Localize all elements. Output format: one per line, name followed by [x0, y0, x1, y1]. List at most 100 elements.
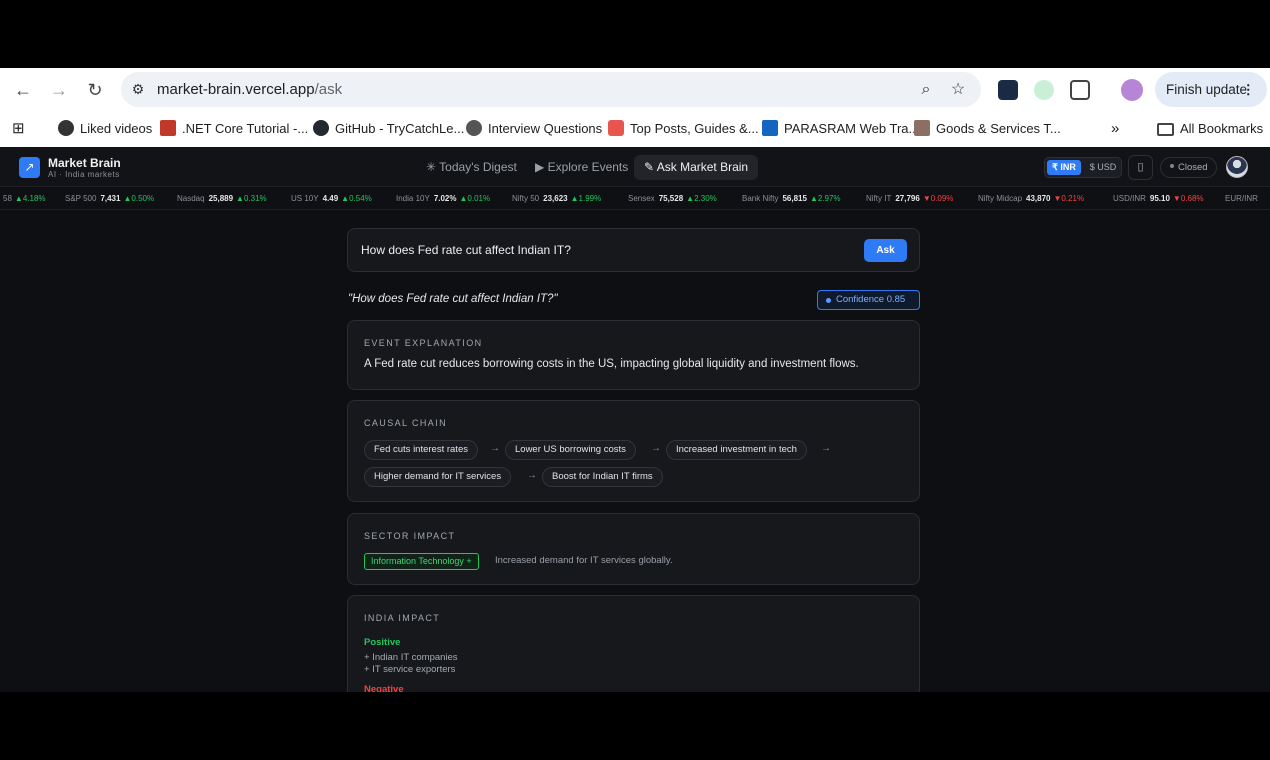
- browser-toolbar: ← → ↻ ⚙ market-brain.vercel.app/ask ⌕ ☆ …: [0, 68, 1270, 111]
- brand-subtitle: AI · India markets: [48, 170, 120, 179]
- card-title: INDIA IMPACT: [364, 613, 441, 623]
- positive-item: + Indian IT companies: [364, 652, 458, 663]
- ticker-value: 95.10: [1149, 194, 1170, 203]
- all-bookmarks-folder[interactable]: All Bookmarks: [1157, 119, 1263, 139]
- ticker-item: USD/INR 95.10 ▼0.68%: [1113, 194, 1204, 203]
- chain-step: Fed cuts interest rates: [364, 440, 478, 460]
- ticker-value: 23,623: [543, 194, 568, 203]
- ticker-item: India 10Y 7.02% ▲0.01%: [396, 194, 490, 203]
- ticker-change-value: 2.30%: [694, 194, 717, 203]
- browser-chrome: ← → ↻ ⚙ market-brain.vercel.app/ask ⌕ ☆ …: [0, 68, 1270, 147]
- zoom-icon[interactable]: ⌕: [916, 80, 936, 100]
- bookmark-label: Top Posts, Guides &...: [630, 121, 759, 136]
- globe-icon: [466, 120, 482, 136]
- arrow-right-icon: →: [527, 470, 537, 481]
- market-status-badge: Closed: [1160, 157, 1217, 178]
- kebab-menu-icon[interactable]: ⋮: [1242, 72, 1256, 107]
- bookmark-icon[interactable]: ▯: [1128, 155, 1153, 180]
- ticker-change: ▼0.68%: [1172, 194, 1204, 203]
- reload-icon[interactable]: ↻: [83, 78, 107, 102]
- sector-impact-card: SECTOR IMPACT Information Technology + I…: [347, 513, 920, 585]
- back-arrow-icon[interactable]: ←: [11, 78, 35, 102]
- ticker-change-value: 0.68%: [1180, 194, 1204, 203]
- positive-item: + IT service exporters: [364, 664, 456, 675]
- bookmark-item[interactable]: Liked videos: [58, 119, 152, 139]
- sector-tag: Information Technology +: [364, 553, 479, 570]
- bookmark-item[interactable]: .NET Core Tutorial -...: [160, 119, 308, 139]
- ticker-item: Nasdaq 25,889 ▲0.31%: [177, 194, 267, 203]
- extensions-puzzle-icon[interactable]: [1070, 80, 1090, 100]
- currency-toggle: ₹ INR $ USD: [1044, 157, 1122, 178]
- forward-arrow-icon[interactable]: →: [47, 78, 71, 102]
- market-ticker: 58 ▲4.18% S&P 500 7,431 ▲0.50% Nasdaq 25,889…: [0, 188, 1270, 210]
- extension-color-icon[interactable]: [1034, 80, 1054, 100]
- card-title: EVENT EXPLANATION: [364, 338, 483, 348]
- ticker-value: 25,889: [208, 194, 234, 203]
- event-explanation-text: A Fed rate cut reduces borrowing costs i…: [364, 358, 859, 370]
- globe-icon: [58, 120, 74, 136]
- react-devtools-icon[interactable]: [998, 80, 1018, 100]
- ticker-change-value: 0.01%: [467, 194, 491, 203]
- user-avatar[interactable]: [1226, 156, 1248, 178]
- wand-icon: ✎: [644, 160, 657, 174]
- ticker-change-value: 0.09%: [930, 194, 954, 203]
- ticker-name: Nifty Midcap: [978, 194, 1023, 203]
- bookmark-label: .NET Core Tutorial -...: [182, 121, 309, 136]
- ticker-item: Bank Nifty 56,815 ▲2.97%: [742, 194, 841, 203]
- tab-label: Explore Events: [547, 160, 629, 174]
- brand-name[interactable]: Market Brain: [48, 156, 121, 170]
- ticker-change: ▲2.30%: [686, 194, 717, 203]
- arrow-right-icon: →: [651, 443, 661, 454]
- chain-step: Higher demand for IT services: [364, 467, 512, 487]
- ticker-item: S&P 500 7,431 ▲0.50%: [65, 194, 154, 203]
- apps-grid-icon[interactable]: ⊞: [12, 119, 25, 139]
- ticker-item: Nifty 50 23,623 ▲1.99%: [512, 194, 601, 203]
- confidence-badge: Confidence 0.85: [817, 290, 920, 310]
- ticker-change: ▲1.99%: [570, 194, 602, 203]
- ticker-name: Bank Nifty: [742, 194, 779, 203]
- parasram-icon: [762, 120, 778, 136]
- ticker-value: 7.02%: [433, 194, 457, 203]
- trend-logo-icon[interactable]: ↗: [19, 157, 40, 178]
- currency-usd-button[interactable]: $ USD: [1086, 160, 1120, 175]
- ticker-change-value: 1.99%: [578, 194, 602, 203]
- bookmark-item[interactable]: PARASRAM Web Tra...: [762, 119, 919, 139]
- gst-emblem-icon: [914, 120, 930, 136]
- ticker-item: US 10Y 4.49 ▲0.54%: [291, 194, 372, 203]
- finish-update-button[interactable]: Finish update ⋮: [1155, 72, 1267, 107]
- status-dot: [1170, 164, 1174, 168]
- bookmark-item[interactable]: Top Posts, Guides &...: [608, 119, 759, 139]
- ticker-change: ▲0.50%: [123, 194, 155, 203]
- tab-todays-digest[interactable]: ✳ Today's Digest: [416, 155, 527, 180]
- arrow-right-icon: →: [821, 443, 831, 454]
- ticker-name: S&P 500: [65, 194, 97, 203]
- bookmark-item[interactable]: Interview Questions: [466, 119, 602, 139]
- card-title: CAUSAL CHAIN: [364, 418, 447, 428]
- ticker-name: US 10Y: [291, 194, 319, 203]
- profile-avatar[interactable]: [1121, 79, 1143, 101]
- ticker-name: Nifty 50: [512, 194, 540, 203]
- ticker-change-value: 0.50%: [131, 194, 155, 203]
- bookmark-item[interactable]: GitHub - TryCatchLe...: [313, 119, 464, 139]
- url-text[interactable]: market-brain.vercel.app/ask: [157, 81, 342, 98]
- bookmark-item[interactable]: Goods & Services T...: [914, 119, 1061, 139]
- ticker-change-value: 0.21%: [1061, 194, 1085, 203]
- ticker-name: USD/INR: [1113, 194, 1146, 203]
- ask-button[interactable]: Ask: [864, 239, 907, 262]
- ticker-value: 4.49: [322, 194, 339, 203]
- market-status-label: Closed: [1178, 162, 1208, 173]
- star-icon[interactable]: ☆: [948, 80, 968, 100]
- ticker-partial-value: 58: [3, 194, 12, 203]
- ask-input[interactable]: How does Fed rate cut affect Indian IT?: [361, 243, 571, 257]
- tab-explore-events[interactable]: ▶ Explore Events: [525, 155, 638, 180]
- ticker-item: Nifty IT 27,796 ▼0.09%: [866, 194, 953, 203]
- site-settings-icon[interactable]: ⚙: [129, 80, 147, 98]
- chevron-double-right-icon[interactable]: »: [1111, 119, 1119, 139]
- tab-ask-market-brain[interactable]: ✎ Ask Market Brain: [634, 155, 759, 180]
- folder-icon: [1157, 123, 1174, 136]
- ticker-change: ▲2.97%: [809, 194, 841, 203]
- address-bar[interactable]: ⚙ market-brain.vercel.app/ask ⌕ ☆: [121, 72, 981, 107]
- tab-label: Today's Digest: [439, 160, 517, 174]
- currency-inr-button[interactable]: ₹ INR: [1047, 160, 1081, 175]
- chain-step: Increased investment in tech: [666, 440, 807, 460]
